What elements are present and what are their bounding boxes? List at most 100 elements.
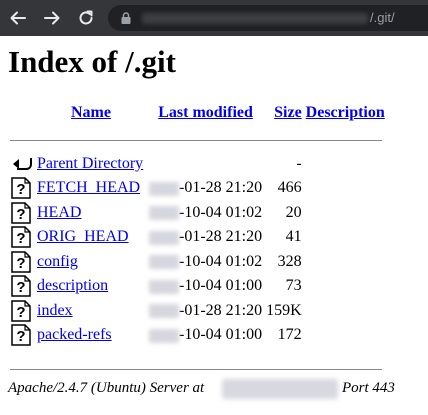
server-port: Port 443: [342, 380, 395, 396]
file-name-cell: HEAD: [36, 202, 146, 225]
file-icon-cell: ?: [10, 202, 34, 225]
reload-icon: [79, 10, 93, 25]
file-name-cell: config: [36, 251, 146, 274]
header-row: Name Last modified Size Description: [10, 102, 386, 125]
table-row: ? packed-refs -10-04 01:00 172: [10, 324, 386, 347]
file-modified: -01-28 21:20: [179, 179, 263, 197]
sort-by-name-link[interactable]: Name: [71, 104, 111, 121]
lock-icon: [121, 12, 131, 24]
file-icon-cell: ?: [10, 251, 34, 274]
svg-text:?: ?: [16, 255, 25, 272]
url-suffix: /.git/: [370, 10, 395, 25]
file-modified: -10-04 01:02: [179, 252, 263, 270]
file-link[interactable]: packed-refs: [37, 326, 112, 343]
file-modified: -01-28 21:20: [179, 301, 263, 319]
file-description: [305, 177, 386, 200]
address-bar[interactable]: /.git/: [108, 5, 428, 31]
sort-by-description-link[interactable]: Description: [306, 104, 385, 121]
unknown-file-icon: ?: [11, 275, 31, 297]
year-redacted: [149, 328, 179, 343]
table-row: ? config -10-04 01:02 328: [10, 251, 386, 274]
server-signature: Apache/2.4.7 (Ubuntu) Server at: [8, 380, 205, 396]
parent-size: -: [296, 154, 302, 172]
year-redacted: [149, 181, 179, 196]
file-link[interactable]: description: [37, 277, 108, 294]
file-icon-cell: ?: [10, 226, 34, 249]
file-modified: -10-04 01:00: [179, 277, 263, 295]
table-row: ? index -01-28 21:20 159K: [10, 300, 386, 323]
file-description: [305, 226, 386, 249]
file-icon-cell: ?: [10, 177, 34, 200]
file-modified-cell: -10-04 01:02: [148, 202, 263, 225]
svg-text:?: ?: [16, 206, 25, 223]
table-row: ? ORIG_HEAD -01-28 21:20 41: [10, 226, 386, 249]
back-button[interactable]: [6, 6, 30, 30]
file-modified-cell: -01-28 21:20: [148, 300, 263, 323]
file-link[interactable]: index: [37, 302, 73, 319]
year-redacted: [149, 279, 179, 294]
hostname-redacted: [222, 379, 338, 399]
header-divider: [10, 140, 382, 141]
file-icon-cell: ?: [10, 300, 34, 323]
file-link[interactable]: HEAD: [37, 204, 81, 221]
file-modified: -01-28 21:20: [179, 228, 263, 246]
file-name-cell: description: [36, 275, 146, 298]
file-link[interactable]: config: [37, 253, 78, 270]
parent-description: [305, 153, 386, 176]
file-name-cell: packed-refs: [36, 324, 146, 347]
unknown-file-icon: ?: [11, 226, 31, 248]
sort-by-size-link[interactable]: Size: [274, 104, 302, 121]
file-entries: ? FETCH_HEAD -01-28 21:20 466? HEAD -10-04 01…: [10, 177, 386, 347]
file-modified-cell: -10-04 01:02: [148, 251, 263, 274]
file-name-cell: index: [36, 300, 146, 323]
svg-text:?: ?: [16, 181, 25, 198]
table-row: ? description -10-04 01:00 73: [10, 275, 386, 298]
file-icon-cell: ?: [10, 324, 34, 347]
url-redacted: [142, 13, 368, 24]
file-size: 73: [285, 277, 302, 295]
file-modified-cell: -01-28 21:20: [148, 177, 263, 200]
size-header: Size: [265, 102, 303, 125]
unknown-file-icon: ?: [11, 177, 31, 199]
file-size: 41: [285, 228, 302, 246]
name-header: Name: [36, 102, 146, 125]
reload-button[interactable]: [74, 6, 98, 30]
file-size: 20: [285, 203, 302, 221]
arrow-left-icon: [10, 11, 26, 25]
directory-listing: Name Last modified Size Description Pare…: [8, 100, 388, 349]
spacer: [10, 127, 386, 151]
file-modified: -10-04 01:02: [179, 203, 263, 221]
file-link[interactable]: FETCH_HEAD: [37, 179, 140, 196]
file-description: [305, 300, 386, 323]
file-description: [305, 275, 386, 298]
file-size: 159K: [266, 301, 302, 319]
forward-button[interactable]: [40, 6, 64, 30]
file-name-cell: ORIG_HEAD: [36, 226, 146, 249]
description-header: Description: [305, 102, 386, 125]
year-redacted: [149, 255, 179, 270]
parent-row: Parent Directory -: [10, 153, 386, 176]
sort-by-modified-link[interactable]: Last modified: [158, 104, 253, 121]
year-redacted: [149, 206, 179, 221]
icon-header: [10, 102, 34, 125]
year-redacted: [149, 304, 179, 319]
file-modified: -10-04 01:00: [179, 326, 263, 344]
table-row: ? HEAD -10-04 01:02 20: [10, 202, 386, 225]
table-row: ? FETCH_HEAD -01-28 21:20 466: [10, 177, 386, 200]
file-description: [305, 324, 386, 347]
file-modified-cell: -01-28 21:20: [148, 226, 263, 249]
svg-text:?: ?: [16, 304, 25, 321]
arrow-right-icon: [44, 11, 60, 25]
svg-text:?: ?: [16, 328, 25, 345]
file-size: 328: [277, 252, 302, 270]
file-icon-cell: ?: [10, 275, 34, 298]
back-arrow-icon: [13, 157, 32, 170]
file-link[interactable]: ORIG_HEAD: [37, 228, 129, 245]
parent-directory-cell: Parent Directory: [36, 153, 146, 176]
unknown-file-icon: ?: [11, 300, 31, 322]
file-modified-cell: -10-04 01:00: [148, 324, 263, 347]
parent-directory-link[interactable]: Parent Directory: [37, 155, 143, 172]
page-title: Index of /.git: [8, 44, 176, 79]
unknown-file-icon: ?: [11, 324, 31, 346]
file-modified-cell: -10-04 01:00: [148, 275, 263, 298]
